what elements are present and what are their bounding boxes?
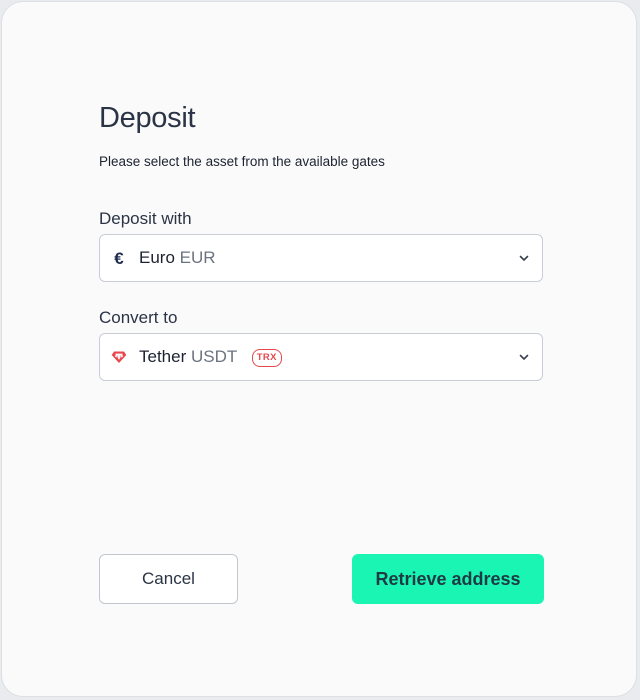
deposit-asset-code: EUR: [179, 248, 216, 267]
deposit-with-label: Deposit with: [99, 209, 192, 228]
convert-to-select[interactable]: Tether USDT TRX: [99, 333, 543, 381]
deposit-with-select[interactable]: € Euro EUR: [99, 234, 543, 282]
convert-asset-label: Tether: [139, 347, 187, 366]
network-badge: TRX: [251, 349, 282, 367]
chevron-down-icon: [519, 255, 529, 261]
deposit-asset-name: Euro EUR: [139, 248, 216, 268]
convert-asset-name: Tether USDT TRX: [139, 347, 282, 367]
convert-to-label: Convert to: [99, 308, 178, 327]
dialog-title: Deposit: [99, 102, 196, 134]
convert-asset-code: USDT: [190, 347, 237, 366]
retrieve-address-button[interactable]: Retrieve address: [352, 554, 544, 604]
dialog-subtitle: Please select the asset from the availab…: [99, 154, 385, 169]
cancel-button[interactable]: Cancel: [99, 554, 238, 604]
chevron-down-icon: [519, 354, 529, 360]
deposit-asset-label: Euro: [139, 248, 175, 267]
deposit-dialog: Deposit Please select the asset from the…: [1, 1, 637, 697]
tether-icon: [111, 349, 127, 365]
euro-icon: €: [114, 248, 124, 268]
